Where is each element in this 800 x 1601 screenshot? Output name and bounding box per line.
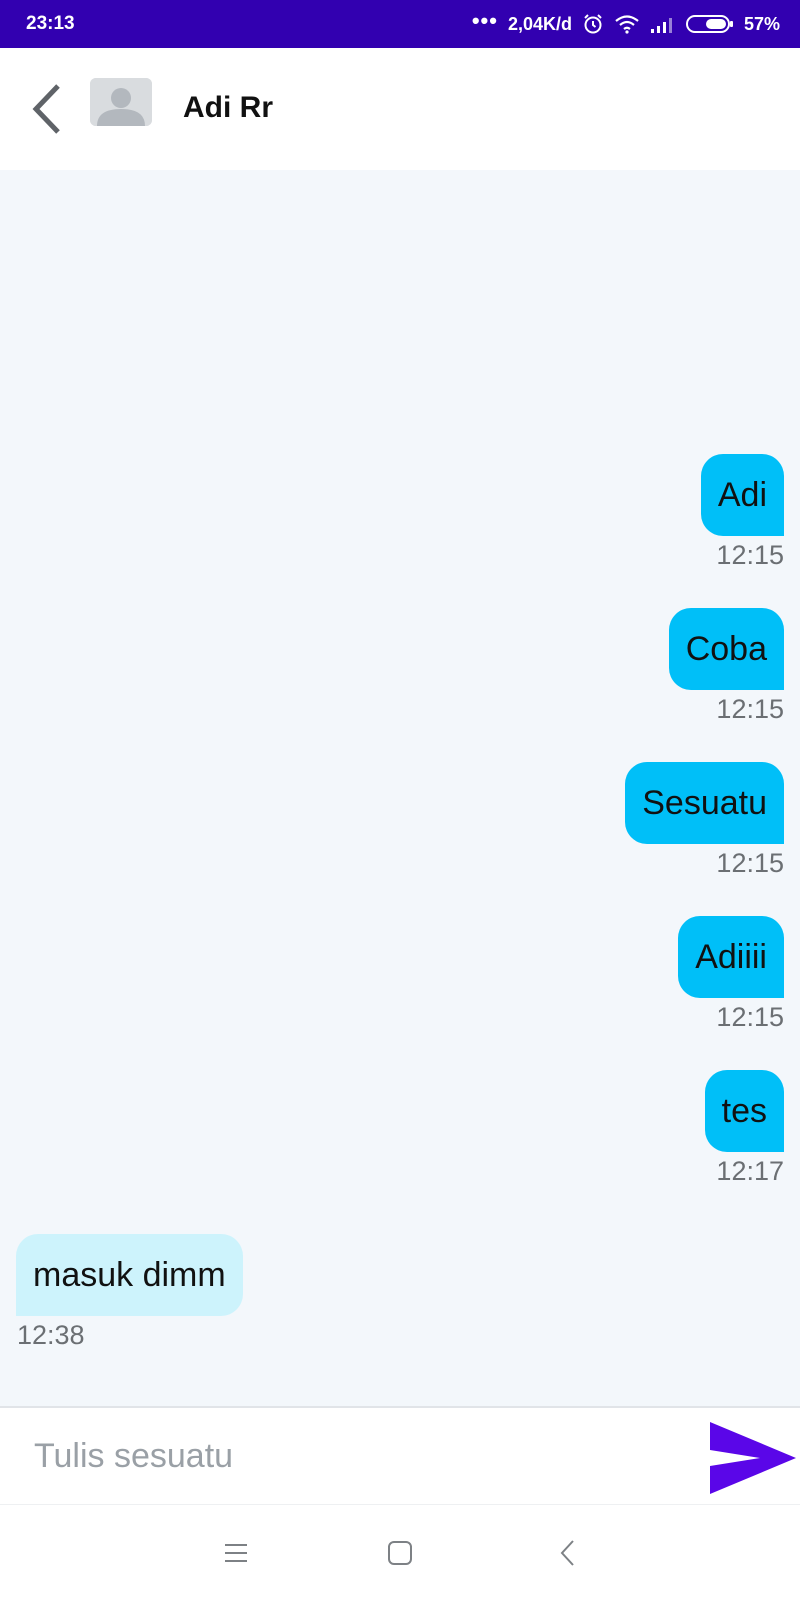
chevron-left-icon — [32, 84, 60, 134]
message-time: 12:15 — [716, 848, 784, 878]
wifi-icon — [614, 14, 640, 34]
status-bar: 23:13 ••• 2,04K/d 57% — [0, 0, 800, 48]
nav-home-button[interactable] — [380, 1533, 420, 1573]
message-time: 12:15 — [716, 694, 784, 724]
alarm-icon — [582, 13, 604, 35]
send-icon — [710, 1422, 796, 1494]
message-bubble[interactable]: masuk dimm — [16, 1234, 243, 1316]
status-icons: ••• 2,04K/d 57% — [472, 8, 780, 36]
status-time: 23:13 — [26, 13, 75, 34]
nav-menu-button[interactable] — [216, 1533, 256, 1573]
nav-back-button[interactable] — [548, 1533, 588, 1573]
send-button[interactable] — [708, 1420, 798, 1496]
battery-percent: 57% — [743, 13, 780, 34]
system-nav-bar — [0, 1504, 800, 1601]
message-time: 12:15 — [716, 1002, 784, 1032]
message-input[interactable] — [18, 1426, 710, 1486]
avatar[interactable] — [90, 78, 152, 126]
contact-name[interactable]: Adi Rr — [183, 91, 273, 125]
message-bubble[interactable]: Coba — [668, 608, 784, 690]
chat-header: Adi Rr — [0, 48, 800, 170]
message-time: 12:17 — [716, 1156, 784, 1186]
message-time: 12:15 — [716, 540, 784, 570]
back-icon — [560, 1540, 574, 1566]
signal-icon — [650, 15, 676, 33]
message-list[interactable]: Adi 12:15 Coba 12:15 Sesuatu 12:15 Adiii… — [0, 170, 800, 1406]
network-speed: 2,04K/d — [507, 13, 572, 34]
message-bubble[interactable]: Adiiii — [678, 916, 784, 998]
message-time: 12:38 — [17, 1320, 85, 1350]
message-bubble[interactable]: Adi — [700, 454, 784, 536]
more-notifications-icon: ••• — [471, 8, 498, 33]
message-bubble[interactable]: tes — [704, 1070, 784, 1152]
battery-icon — [685, 14, 734, 34]
message-composer — [0, 1406, 800, 1506]
back-button[interactable] — [28, 82, 68, 136]
menu-icon — [225, 1544, 247, 1562]
message-bubble[interactable]: Sesuatu — [625, 762, 784, 844]
default-avatar-icon — [90, 78, 152, 126]
home-icon — [388, 1541, 412, 1565]
